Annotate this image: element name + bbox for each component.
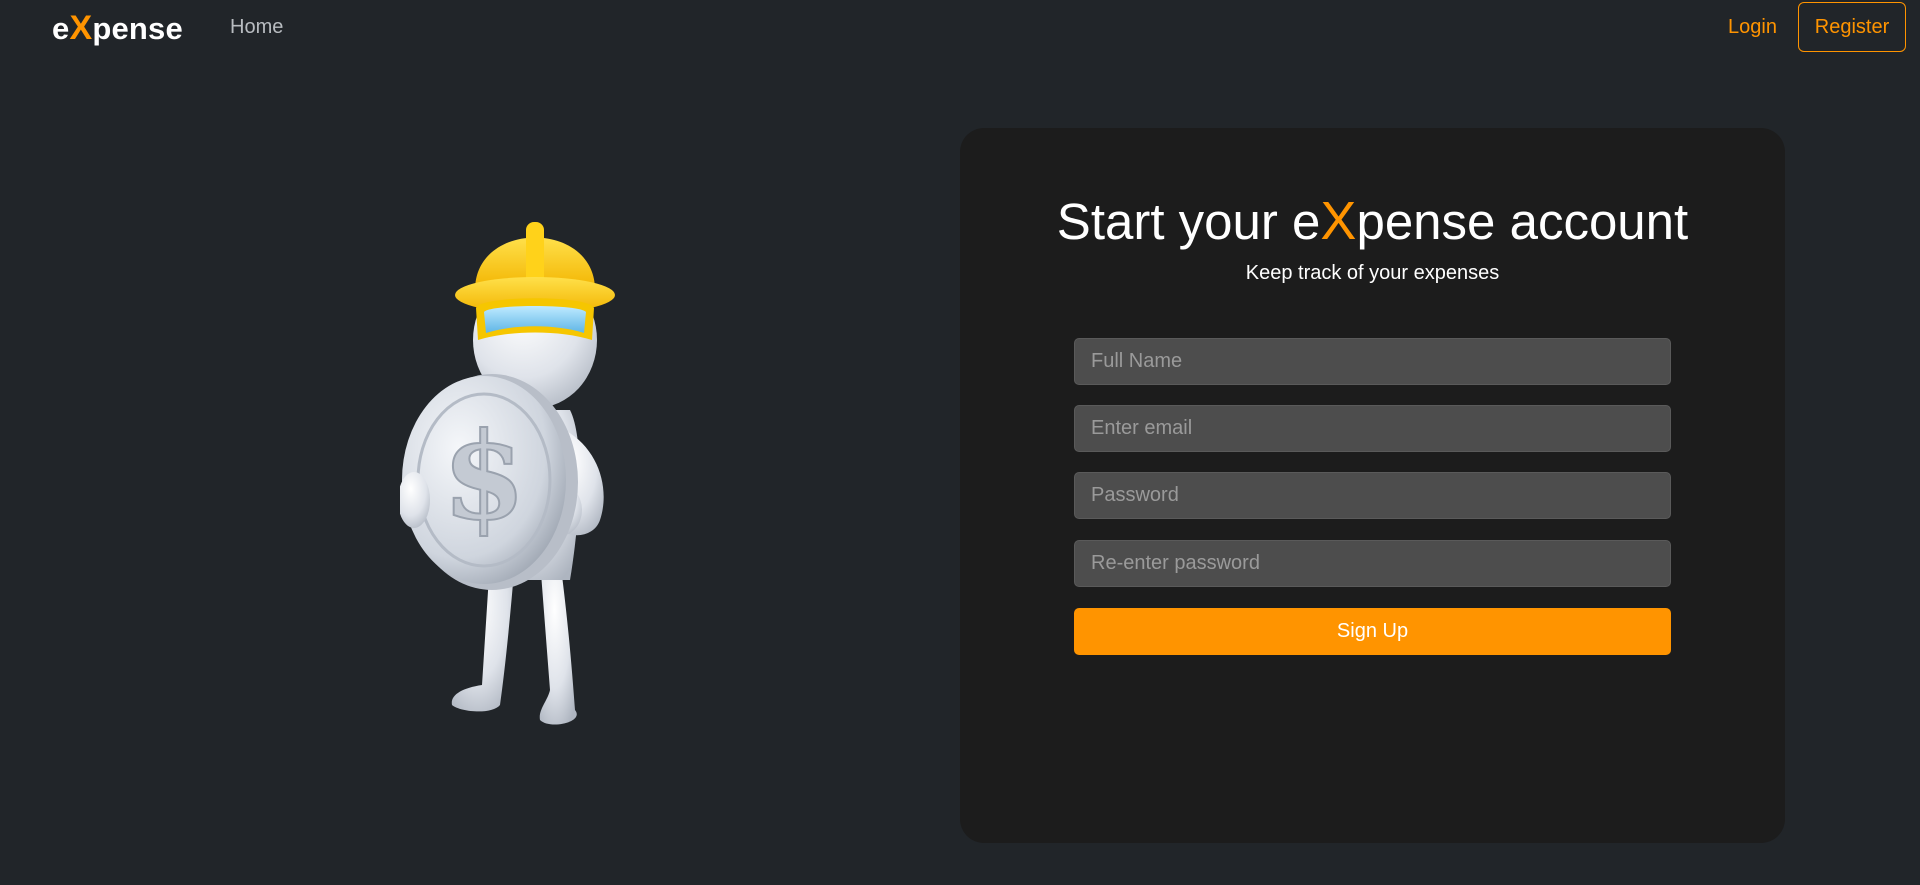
brand-x: X — [69, 9, 93, 47]
brand-logo[interactable]: eXpense — [52, 9, 183, 48]
signup-card: Start your eXpense account Keep track of… — [960, 128, 1785, 843]
brand-prefix: e — [52, 11, 70, 46]
nav-register-button[interactable]: Register — [1798, 2, 1906, 52]
signup-button[interactable]: Sign Up — [1074, 608, 1671, 655]
svg-text:$: $ — [442, 406, 526, 547]
nav-home-link[interactable]: Home — [230, 16, 283, 39]
navbar: eXpense Home Login Register — [0, 0, 1920, 54]
nav-login-link[interactable]: Login — [1728, 16, 1777, 39]
full-name-input[interactable] — [1074, 338, 1671, 385]
worker-coin-illustration: $ — [400, 222, 615, 725]
reenter-password-input[interactable] — [1074, 540, 1671, 587]
password-input[interactable] — [1074, 472, 1671, 519]
title-prefix: Start your e — [1056, 193, 1321, 250]
title-x: X — [1320, 191, 1357, 251]
page-subtitle: Keep track of your expenses — [1245, 262, 1500, 284]
brand-suffix: pense — [92, 11, 183, 46]
page-title: Start your eXpense account — [960, 190, 1785, 252]
email-input[interactable] — [1074, 405, 1671, 452]
title-suffix: pense account — [1356, 193, 1689, 250]
